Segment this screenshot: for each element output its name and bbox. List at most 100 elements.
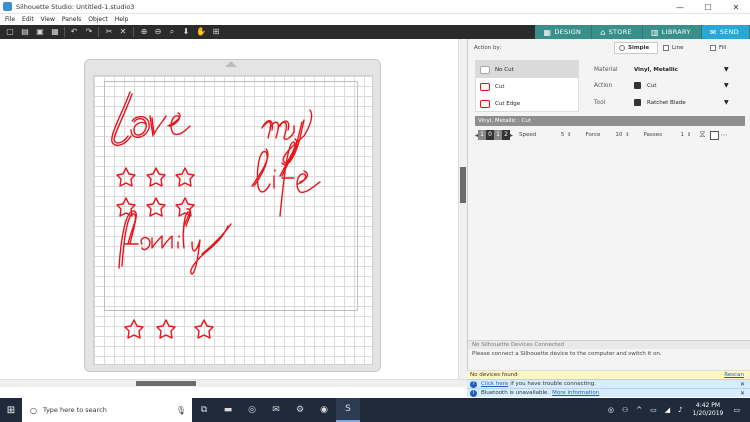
new-file-icon[interactable]: ▢ [5, 27, 15, 37]
network-icon[interactable]: ◢ [665, 406, 670, 414]
pan-down-icon[interactable]: ⬇ [181, 27, 191, 37]
chrome-icon[interactable]: ◉ [312, 398, 336, 422]
star-9[interactable] [194, 319, 214, 339]
force-value[interactable]: 10 [614, 132, 622, 138]
help-link[interactable]: Click here [481, 381, 508, 387]
volume-icon[interactable]: ♪ [678, 406, 682, 414]
chevron-up-icon[interactable]: ^ [636, 406, 642, 414]
tab-send[interactable]: ✉ SEND [701, 25, 750, 39]
word-family[interactable] [121, 211, 229, 275]
cut-option-label: Cut Edge [495, 100, 521, 107]
star-1[interactable] [116, 167, 136, 187]
horizontal-scroll-thumb[interactable] [136, 381, 196, 386]
cut-scissors-icon[interactable]: ✂ [104, 27, 114, 37]
star-8[interactable] [156, 319, 176, 339]
mode-simple[interactable]: Simple [614, 42, 658, 54]
people-icon[interactable]: ⚇ [622, 406, 628, 414]
menu-panels[interactable]: Panels [62, 16, 81, 23]
battery-icon[interactable]: ▭ [650, 406, 657, 414]
tool-select[interactable]: Ratchet Blade [634, 99, 724, 106]
cut-option-cut[interactable]: Cut [476, 78, 578, 95]
viber-tray-icon[interactable]: ◎ [608, 406, 614, 414]
chevron-down-icon[interactable]: ▼ [724, 82, 729, 89]
menu-view[interactable]: View [41, 16, 55, 23]
mail-icon[interactable]: ✉ [264, 398, 288, 422]
star-3[interactable] [175, 167, 195, 187]
hourglass-icon[interactable]: ⧖ [699, 130, 705, 140]
rescan-link[interactable]: Rescan [724, 371, 744, 379]
close-button[interactable]: ✕ [722, 0, 750, 14]
canvas-vertical-scrollbar[interactable] [458, 39, 467, 379]
undo-icon[interactable]: ↶ [69, 27, 79, 37]
vertical-scroll-thumb[interactable] [460, 167, 466, 203]
microphone-icon[interactable]: 🎙 [176, 406, 186, 415]
task-view-icon[interactable]: ⧉ [192, 398, 216, 422]
zoom-in-icon[interactable]: ⊕ [139, 27, 149, 37]
file-explorer-icon[interactable]: ▬ [216, 398, 240, 422]
mat-grid[interactable] [93, 75, 373, 365]
close-icon[interactable]: ✕ [740, 390, 745, 397]
menu-edit[interactable]: Edit [22, 16, 34, 23]
passes-value[interactable]: 1 [676, 132, 685, 138]
taskbar-search[interactable]: ○ Type here to search 🎙 [22, 398, 192, 422]
cut-option-cut-edge[interactable]: Cut Edge [476, 95, 578, 112]
radio-icon [619, 45, 625, 51]
notifications-icon[interactable]: ▭ [733, 406, 740, 414]
menu-help[interactable]: Help [115, 16, 129, 23]
artwork-layer[interactable] [94, 76, 374, 366]
fit-page-icon[interactable]: ⊞ [211, 27, 221, 37]
speed-value[interactable]: 5 [556, 132, 565, 138]
no-cut-icon [480, 65, 490, 74]
passes-stepper-icon[interactable]: ⇕ [687, 132, 691, 138]
blade-digit: 2 [502, 130, 511, 140]
tab-store[interactable]: ⌂ STORE [592, 25, 643, 39]
menu-file[interactable]: File [5, 16, 15, 23]
delete-icon[interactable]: ✕ [118, 27, 128, 37]
blade-increase-icon[interactable]: ▸ [510, 132, 513, 139]
script-words[interactable] [111, 91, 321, 339]
action-label: Action [594, 82, 613, 89]
menu-object[interactable]: Object [88, 16, 108, 23]
star-6[interactable] [175, 197, 195, 217]
canvas-horizontal-scrollbar[interactable] [0, 379, 467, 387]
chevron-down-icon[interactable]: ▼ [724, 99, 729, 106]
silhouette-studio-taskbar-icon[interactable]: S [336, 398, 360, 422]
settings-gear-icon[interactable]: ⚙ [288, 398, 312, 422]
redo-icon[interactable]: ↷ [84, 27, 94, 37]
zoom-select-icon[interactable]: ⌕ [167, 27, 177, 37]
material-select[interactable]: Vinyl, Metallic [634, 67, 724, 73]
speed-stepper-icon[interactable]: ⇕ [567, 132, 571, 138]
chevron-down-icon[interactable]: ▼ [724, 66, 729, 73]
print-icon[interactable]: ▦ [50, 27, 60, 37]
minimize-button[interactable]: — [666, 0, 694, 14]
grid-icon: ▦ [543, 27, 552, 37]
star-4[interactable] [116, 197, 136, 217]
action-select[interactable]: Cut [634, 82, 724, 89]
viber-icon[interactable]: ◎ [240, 398, 264, 422]
bluetooth-text: Bluetooth is unavailable. [481, 390, 550, 396]
system-clock[interactable]: 4:42 PM 1/20/2019 [693, 402, 724, 418]
hand-pan-icon[interactable]: ✋ [196, 27, 206, 37]
save-icon[interactable]: ▣ [35, 27, 45, 37]
mode-line[interactable]: Line [659, 42, 683, 54]
mode-fill[interactable]: Fill [706, 42, 726, 54]
star-2[interactable] [146, 167, 166, 187]
close-icon[interactable]: ✕ [740, 381, 745, 388]
more-options-icon[interactable]: ⋯ [721, 131, 728, 139]
maximize-button[interactable]: ☐ [694, 0, 722, 14]
tab-library[interactable]: ▥ LIBRARY [642, 25, 702, 39]
force-stepper-icon[interactable]: ⇕ [625, 132, 629, 138]
open-folder-icon[interactable]: ▤ [20, 27, 30, 37]
more-information-link[interactable]: More information [552, 390, 599, 396]
windows-start-icon[interactable]: ⊞ [0, 398, 22, 422]
devices-message: Please connect a Silhouette device to th… [472, 351, 662, 357]
blade-digit: 0 [486, 130, 495, 140]
checkbox-icon[interactable] [709, 130, 719, 140]
star-5[interactable] [146, 197, 166, 217]
cut-option-no-cut[interactable]: No Cut [476, 61, 578, 78]
star-7[interactable] [124, 319, 144, 339]
zoom-out-icon[interactable]: ⊖ [153, 27, 163, 37]
blade-depth-control[interactable]: 1 0 1 2 [478, 130, 511, 140]
design-canvas[interactable] [0, 39, 458, 379]
tab-design[interactable]: ▦ DESIGN [535, 25, 593, 39]
